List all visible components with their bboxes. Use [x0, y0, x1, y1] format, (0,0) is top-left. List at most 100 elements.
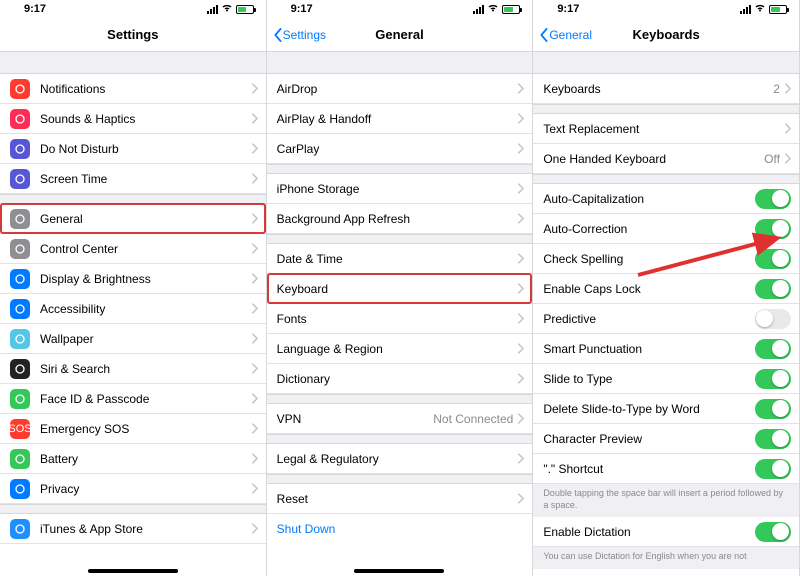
settings-row[interactable]: Text Replacement: [533, 114, 799, 144]
settings-row[interactable]: Keyboards 2: [533, 74, 799, 104]
toggle-switch[interactable]: [755, 399, 791, 419]
signal-icon: [740, 5, 751, 14]
chevron-right-icon: [517, 453, 524, 464]
settings-row[interactable]: One Handed Keyboard Off: [533, 144, 799, 174]
settings-row: Auto-Capitalization: [533, 184, 799, 214]
settings-row[interactable]: General: [0, 204, 266, 234]
battery-icon: [769, 5, 787, 14]
settings-row[interactable]: Siri & Search: [0, 354, 266, 384]
settings-row[interactable]: Dictionary: [267, 364, 533, 394]
content: Keyboards 2 Text Replacement One Handed …: [533, 52, 799, 576]
back-button[interactable]: Settings: [273, 28, 326, 42]
toggle-switch[interactable]: [755, 279, 791, 299]
toggle-switch[interactable]: [755, 339, 791, 359]
row-label: Display & Brightness: [40, 272, 251, 286]
row-label: AirPlay & Handoff: [277, 112, 518, 126]
chevron-right-icon: [784, 83, 791, 94]
chevron-right-icon: [251, 393, 258, 404]
row-label: Do Not Disturb: [40, 142, 251, 156]
row-label: One Handed Keyboard: [543, 152, 764, 166]
row-label: Character Preview: [543, 432, 755, 446]
chevron-right-icon: [517, 213, 524, 224]
settings-row[interactable]: CarPlay: [267, 134, 533, 164]
status-bar: 9:17: [533, 0, 799, 18]
settings-row[interactable]: Face ID & Passcode: [0, 384, 266, 414]
wifi-icon: [221, 3, 233, 15]
settings-row[interactable]: Screen Time: [0, 164, 266, 194]
battery-icon: [236, 5, 254, 14]
row-label: Predictive: [543, 312, 755, 326]
wallpaper-icon: [10, 329, 30, 349]
chevron-right-icon: [251, 333, 258, 344]
settings-row[interactable]: Reset: [267, 484, 533, 514]
chevron-right-icon: [251, 423, 258, 434]
row-label: Notifications: [40, 82, 251, 96]
settings-row[interactable]: Notifications: [0, 74, 266, 104]
chevron-right-icon: [251, 363, 258, 374]
content: Notifications Sounds & Haptics Do Not Di…: [0, 52, 266, 576]
accessibility-icon: [10, 299, 30, 319]
chevron-right-icon: [517, 493, 524, 504]
toggle-switch[interactable]: [755, 249, 791, 269]
home-indicator[interactable]: [88, 569, 178, 573]
chevron-right-icon: [517, 313, 524, 324]
settings-row[interactable]: Control Center: [0, 234, 266, 264]
settings-row[interactable]: AirPlay & Handoff: [267, 104, 533, 134]
toggle-switch[interactable]: [755, 522, 791, 542]
toggle-switch[interactable]: [755, 369, 791, 389]
row-label: Emergency SOS: [40, 422, 251, 436]
settings-row[interactable]: Legal & Regulatory: [267, 444, 533, 474]
row-label: Wallpaper: [40, 332, 251, 346]
back-button[interactable]: General: [539, 28, 592, 42]
row-label: Date & Time: [277, 252, 518, 266]
shut-down-button[interactable]: Shut Down: [267, 514, 533, 544]
settings-row[interactable]: Fonts: [267, 304, 533, 334]
settings-row[interactable]: iTunes & App Store: [0, 514, 266, 544]
back-label: General: [549, 28, 592, 42]
toggle-switch[interactable]: [755, 219, 791, 239]
toggle-switch[interactable]: [755, 189, 791, 209]
settings-row[interactable]: Language & Region: [267, 334, 533, 364]
sounds-icon: [10, 109, 30, 129]
settings-row[interactable]: Privacy: [0, 474, 266, 504]
appstore-icon: [10, 519, 30, 539]
chevron-right-icon: [517, 283, 524, 294]
chevron-right-icon: [251, 213, 258, 224]
settings-row[interactable]: Display & Brightness: [0, 264, 266, 294]
settings-row[interactable]: Accessibility: [0, 294, 266, 324]
settings-row[interactable]: AirDrop: [267, 74, 533, 104]
settings-row[interactable]: SOS Emergency SOS: [0, 414, 266, 444]
panel-general: 9:17 Settings General AirDrop AirPlay & …: [267, 0, 534, 576]
settings-row[interactable]: Wallpaper: [0, 324, 266, 354]
settings-row[interactable]: VPN Not Connected: [267, 404, 533, 434]
toggle-switch[interactable]: [755, 309, 791, 329]
row-label: Face ID & Passcode: [40, 392, 251, 406]
settings-row[interactable]: iPhone Storage: [267, 174, 533, 204]
toggle-switch[interactable]: [755, 459, 791, 479]
chevron-right-icon: [251, 143, 258, 154]
faceid-icon: [10, 389, 30, 409]
chevron-right-icon: [251, 243, 258, 254]
status-time: 9:17: [279, 3, 313, 15]
control-center-icon: [10, 239, 30, 259]
settings-row[interactable]: Battery: [0, 444, 266, 474]
settings-row[interactable]: Date & Time: [267, 244, 533, 274]
chevron-right-icon: [784, 123, 791, 134]
chevron-right-icon: [517, 113, 524, 124]
settings-row[interactable]: Keyboard: [267, 274, 533, 304]
settings-row[interactable]: Sounds & Haptics: [0, 104, 266, 134]
settings-row[interactable]: Background App Refresh: [267, 204, 533, 234]
dnd-icon: [10, 139, 30, 159]
settings-row: Character Preview: [533, 424, 799, 454]
settings-row: Slide to Type: [533, 364, 799, 394]
home-indicator[interactable]: [354, 569, 444, 573]
wifi-icon: [754, 3, 766, 15]
row-label: AirDrop: [277, 82, 518, 96]
status-time: 9:17: [545, 3, 579, 15]
status-indicators: [207, 3, 254, 15]
settings-row[interactable]: Do Not Disturb: [0, 134, 266, 164]
row-value: 2: [773, 82, 780, 96]
toggle-switch[interactable]: [755, 429, 791, 449]
row-label: Text Replacement: [543, 122, 784, 136]
chevron-right-icon: [517, 343, 524, 354]
